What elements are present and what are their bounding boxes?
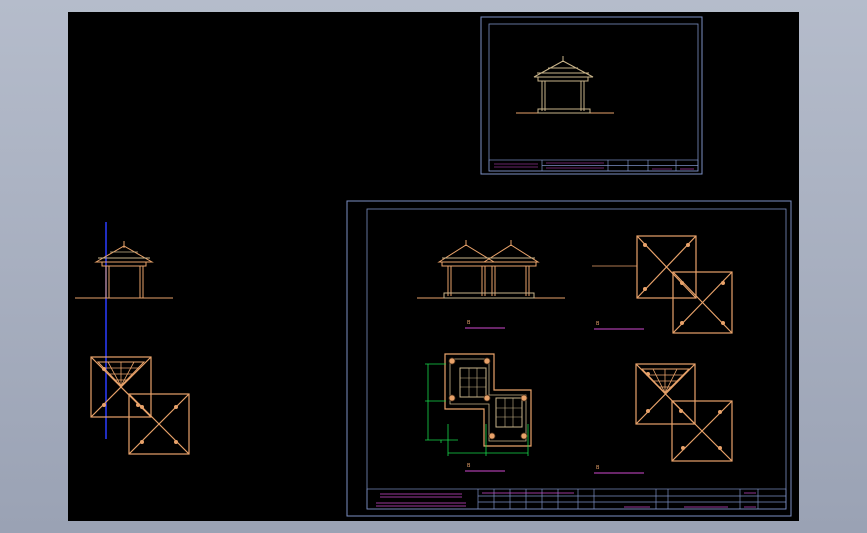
left-elevation-view (75, 222, 173, 439)
cad-drawing-viewport[interactable]: B B B B (68, 12, 799, 521)
floor-plan (425, 353, 532, 456)
roof-plan-upper (592, 235, 733, 334)
sheet-small-border (480, 16, 703, 175)
sheet-small-title-block (488, 159, 699, 172)
roof-plan-lower (635, 363, 733, 462)
sheet-main-inner-frame (366, 208, 787, 510)
sheet-main[interactable]: B B B B (346, 200, 792, 517)
svg-text:B: B (467, 320, 471, 326)
label-elevation: B (465, 320, 505, 329)
label-floor-plan: B (465, 463, 505, 472)
double-pavilion-elevation (417, 240, 565, 299)
left-roof-plan-view (90, 356, 190, 455)
label-roof-plan-upper: B (594, 321, 644, 330)
svg-text:B: B (596, 465, 600, 471)
sheet-main-border (346, 200, 792, 517)
svg-text:B: B (467, 463, 471, 469)
sheet-small[interactable] (480, 16, 703, 175)
svg-text:B: B (596, 321, 600, 327)
roof-outline (94, 245, 154, 263)
sheet-small-inner-frame (488, 23, 699, 172)
sheet-small-elevation (516, 56, 614, 114)
label-roof-plan-lower: B (594, 465, 644, 474)
cad-drawing-canvas: B B B B (75, 16, 792, 517)
